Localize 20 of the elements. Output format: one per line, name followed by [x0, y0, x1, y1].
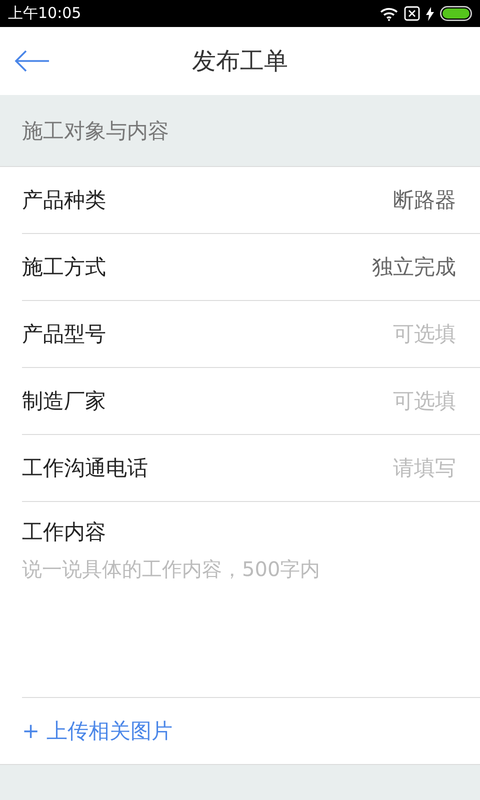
section-title: 施工对象与内容 [22, 118, 169, 144]
input-field[interactable]: 可选填 [276, 389, 456, 413]
field-label: 制造厂家 [22, 388, 106, 415]
field-value[interactable]: 独立完成 [372, 253, 456, 281]
charging-icon [426, 6, 434, 20]
battery-icon [440, 6, 472, 21]
input-field[interactable]: 请填写 [276, 456, 456, 480]
field-label: 施工方式 [22, 254, 106, 281]
field-label: 产品型号 [22, 321, 106, 348]
field-label: 工作内容 [22, 519, 107, 546]
field-label: 工作沟通电话 [22, 455, 148, 482]
field-label: 产品种类 [22, 187, 106, 214]
no-sim-icon [404, 6, 420, 21]
back-button[interactable] [14, 49, 50, 73]
page-title: 发布工单 [192, 46, 288, 77]
input-field[interactable]: 可选填 [276, 322, 456, 346]
upload-link[interactable]: + 上传相关图片 [22, 717, 172, 745]
wifi-icon [380, 6, 398, 20]
field-value[interactable]: 断路器 [393, 186, 456, 214]
status-time: 上午10:05 [8, 4, 82, 23]
